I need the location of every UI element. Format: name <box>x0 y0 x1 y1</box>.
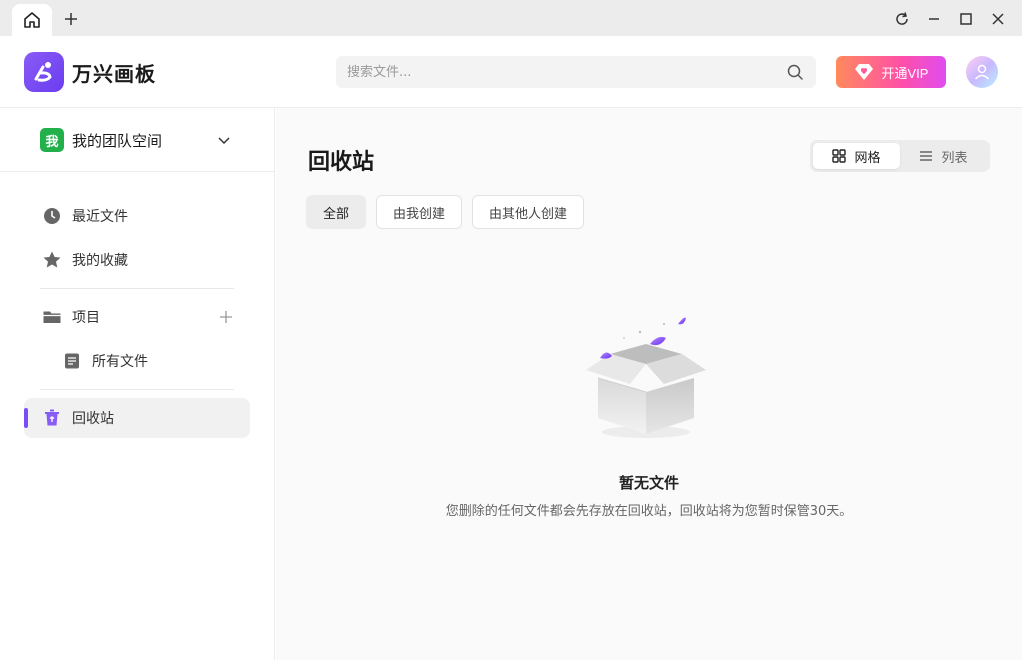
team-switcher[interactable]: 我 我的团队空间 <box>40 128 240 152</box>
view-grid-button[interactable]: 网格 <box>813 143 900 169</box>
list-icon <box>920 151 933 161</box>
app-logo[interactable] <box>24 52 64 92</box>
refresh-icon <box>896 12 908 25</box>
team-badge: 我 <box>40 128 64 152</box>
filter-tabs: 全部 由我创建 由其他人创建 <box>306 195 585 229</box>
search-input[interactable] <box>336 56 776 88</box>
empty-state-description: 您删除的任何文件都会先存放在回收站，回收站将为您暂时保管30天。 <box>445 504 853 519</box>
sidebar-item-favorites[interactable]: 我的收藏 <box>24 240 250 280</box>
app-header: 万兴画板 开通VIP <box>0 36 1022 108</box>
file-list-icon <box>62 351 82 371</box>
sidebar-item-label: 所有文件 <box>92 354 148 370</box>
chevron-down-icon[interactable] <box>216 132 232 148</box>
view-list-label: 列表 <box>941 150 968 166</box>
empty-box-illustration <box>586 317 706 438</box>
sidebar: 我 我的团队空间 最近文件 我的收藏 项目 所有文件 回收站 <box>0 108 275 660</box>
view-list-button[interactable]: 列表 <box>900 143 987 169</box>
star-icon <box>42 250 62 270</box>
sidebar-item-projects[interactable]: 项目 <box>24 297 250 337</box>
sidebar-item-label: 项目 <box>72 310 100 326</box>
home-tab[interactable] <box>12 4 52 36</box>
filter-created-by-others[interactable]: 由其他人创建 <box>472 195 585 229</box>
search-box[interactable] <box>336 56 816 88</box>
filter-all[interactable]: 全部 <box>306 195 367 229</box>
sidebar-item-label: 最近文件 <box>72 209 128 225</box>
team-name: 我的团队空间 <box>72 131 163 150</box>
view-grid-label: 网格 <box>854 150 881 166</box>
sidebar-item-recent[interactable]: 最近文件 <box>24 196 250 236</box>
user-icon <box>974 64 990 80</box>
folder-icon <box>42 307 62 327</box>
minimize-icon <box>929 18 939 20</box>
avatar[interactable] <box>966 56 998 88</box>
sidebar-item-label: 回收站 <box>72 411 114 427</box>
main-content: 回收站 网格 列表 全部 由我创建 由其他人创建 暂无文件 您删除的任何文件都会… <box>276 108 1022 660</box>
vip-label: 开通VIP <box>881 65 929 81</box>
maximize-icon <box>960 13 972 25</box>
close-button[interactable] <box>987 8 1009 30</box>
sidebar-item-label: 我的收藏 <box>72 253 128 269</box>
tab-bar <box>0 0 1022 36</box>
divider <box>40 288 234 289</box>
page-title: 回收站 <box>308 150 375 175</box>
view-switcher: 网格 列表 <box>810 140 990 172</box>
diamond-heart-icon <box>854 64 873 80</box>
maximize-button[interactable] <box>955 8 977 30</box>
trash-icon <box>42 408 62 428</box>
refresh-button[interactable] <box>891 8 913 30</box>
home-icon <box>24 12 40 28</box>
vip-button[interactable]: 开通VIP <box>836 56 946 88</box>
add-project-icon[interactable] <box>218 309 234 325</box>
filter-created-by-me[interactable]: 由我创建 <box>376 195 463 229</box>
minimize-button[interactable] <box>923 8 945 30</box>
plus-icon <box>65 13 77 25</box>
close-icon <box>992 13 1004 25</box>
divider <box>0 171 275 172</box>
app-brand: 万兴画板 <box>72 62 156 86</box>
search-icon[interactable] <box>786 63 804 81</box>
divider <box>40 389 234 390</box>
new-tab-button[interactable] <box>60 8 82 30</box>
logo-icon <box>34 62 52 82</box>
empty-state-title: 暂无文件 <box>618 474 679 492</box>
sidebar-item-all-files[interactable]: 所有文件 <box>24 341 250 381</box>
grid-icon <box>832 149 847 163</box>
sidebar-item-trash[interactable]: 回收站 <box>24 398 250 438</box>
clock-icon <box>42 206 62 226</box>
